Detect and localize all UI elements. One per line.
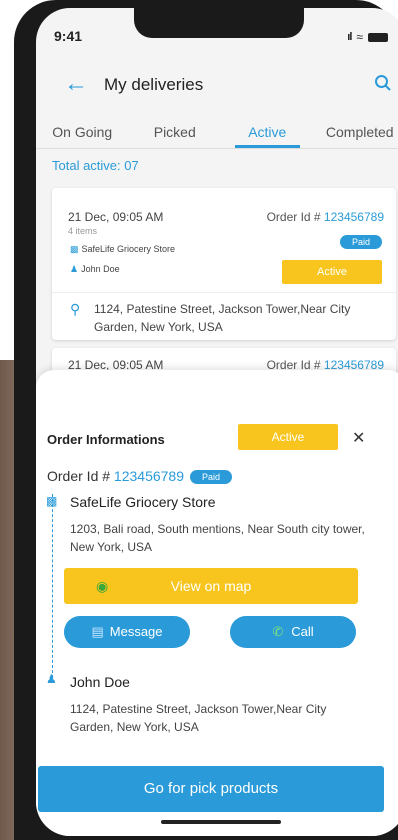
page-title: My deliveries (104, 75, 204, 94)
store-address: 1203, Bali road, South mentions, Near So… (70, 522, 365, 554)
paid-badge-wrapper: Paid (339, 232, 382, 250)
tab-picked[interactable]: Picked (129, 116, 222, 148)
customer-name: John Doe (70, 674, 130, 690)
order-address-text: 1124, Patestine Street, Jackson Tower,Ne… (94, 302, 351, 334)
store-name: SafeLife Griocery Store (70, 494, 216, 510)
call-button-label: Call (291, 624, 314, 639)
card-divider (52, 292, 396, 293)
location-pin-icon: ⚲ (70, 301, 81, 317)
home-indicator (161, 820, 281, 824)
message-icon: ▤ (91, 624, 104, 639)
sheet-order-number: 123456789 (113, 468, 184, 484)
sheet-order-id: Order Id # 123456789 Paid (47, 468, 233, 484)
search-icon[interactable] (374, 74, 392, 92)
paid-badge: Paid (190, 470, 233, 484)
order-customer-name: John Doe (81, 264, 120, 274)
view-on-map-label: View on map (170, 578, 252, 594)
go-for-pick-products-button[interactable]: Go for pick products (38, 766, 384, 812)
status-badge: Active (282, 260, 382, 284)
paid-badge: Paid (339, 235, 382, 249)
order-id-number: 123456789 (323, 210, 384, 224)
order-date: 21 Dec, 09:05 AM (68, 210, 164, 224)
signal-icon: ıl (347, 31, 352, 43)
map-pin-icon: ◉ (96, 578, 109, 594)
order-card[interactable]: 21 Dec, 09:05 AM 4 items Order Id # 1234… (52, 188, 396, 340)
store-icon: ▩ (70, 244, 79, 254)
close-icon[interactable]: ✕ (352, 428, 365, 448)
status-time: 9:41 (54, 28, 83, 44)
order-info-sheet: Order Informations Active ✕ Order Id # 1… (36, 370, 398, 836)
sheet-title: Order Informations (47, 432, 165, 447)
arrow-left-icon[interactable]: ← (64, 72, 88, 96)
app-header: ← My deliveries (36, 70, 398, 102)
view-on-map-button[interactable]: ◉ View on map (64, 568, 358, 604)
app-screen: 9:41 ıl ≈ ← My deliveries On Going Picke… (36, 8, 398, 836)
customer-address: 1124, Patestine Street, Jackson Tower,Ne… (70, 702, 327, 734)
sheet-order-prefix: Order Id # (47, 468, 114, 484)
order-store: ▩ SafeLife Griocery Store (70, 244, 175, 255)
call-button[interactable]: ✆ Call (230, 616, 356, 648)
route-timeline (52, 494, 53, 678)
order-customer: ♟ John Doe (70, 264, 120, 275)
phone-frame: 9:41 ıl ≈ ← My deliveries On Going Picke… (14, 0, 398, 840)
phone-icon: ✆ (272, 624, 284, 639)
order-items-count: 4 items (68, 226, 98, 236)
message-button-label: Message (109, 624, 163, 639)
person-icon: ♟ (70, 264, 79, 274)
status-icons: ıl ≈ (347, 30, 388, 44)
order-id-prefix: Order Id # (266, 210, 324, 224)
sheet-status-badge: Active (238, 424, 338, 450)
tab-divider (36, 148, 398, 149)
battery-icon (368, 32, 388, 42)
phone-notch (134, 8, 304, 38)
tab-completed[interactable]: Completed (314, 116, 398, 148)
wifi-icon: ≈ (356, 30, 363, 44)
order-id: Order Id # 123456789 (267, 210, 384, 224)
tab-on-going[interactable]: On Going (36, 116, 129, 148)
store-icon: ▩ (46, 494, 58, 508)
tab-bar: On Going Picked Active Completed (36, 116, 398, 148)
total-active-label: Total active: 07 (52, 158, 139, 173)
order-store-name: SafeLife Griocery Store (81, 244, 176, 254)
message-button[interactable]: ▤ Message (64, 616, 190, 648)
order-address: ⚲ 1124, Patestine Street, Jackson Tower,N… (70, 300, 382, 336)
tab-active[interactable]: Active (221, 116, 314, 148)
person-icon: ♟ (46, 672, 57, 686)
